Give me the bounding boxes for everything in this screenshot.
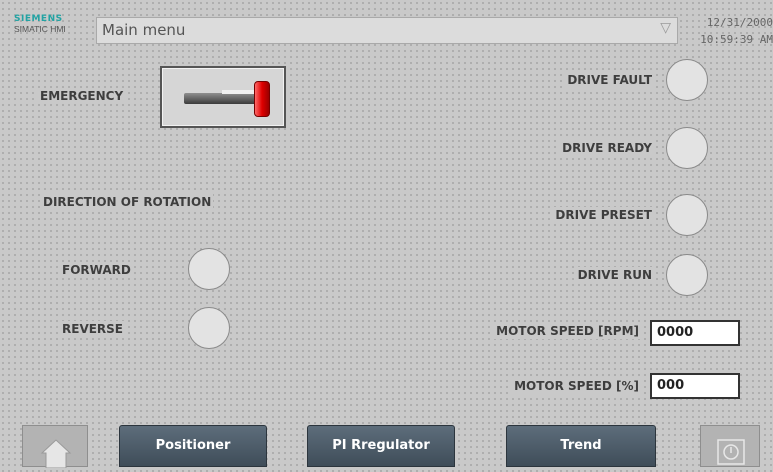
forward-lamp <box>188 248 230 290</box>
motor-speed-rpm-field[interactable]: 0000 <box>650 320 740 346</box>
reverse-lamp <box>188 307 230 349</box>
drive-fault-lamp <box>666 59 708 101</box>
motor-speed-rpm-label: MOTOR SPEED [RPM] <box>494 323 641 339</box>
brand-logo: SIEMENS SIMATIC HMI <box>14 14 94 35</box>
positioner-button[interactable]: Positioner <box>119 425 267 467</box>
drive-ready-label: DRIVE READY <box>560 140 654 156</box>
drive-run-label: DRIVE RUN <box>575 267 654 283</box>
switch-track <box>184 93 256 104</box>
home-button[interactable] <box>22 425 88 469</box>
emergency-label: EMERGENCY <box>38 88 126 104</box>
home-icon <box>40 439 72 469</box>
power-info-icon <box>717 439 745 465</box>
trend-button[interactable]: Trend <box>506 425 656 467</box>
direction-label: DIRECTION OF ROTATION <box>41 194 214 210</box>
drive-fault-label: DRIVE FAULT <box>565 72 654 88</box>
brand-name: SIEMENS <box>14 14 63 24</box>
switch-highlight <box>222 90 258 94</box>
screen-selector[interactable]: Main menu ▽ <box>96 17 678 44</box>
motor-speed-pct-label: MOTOR SPEED [%] <box>512 378 641 394</box>
motor-speed-pct-field[interactable]: 000 <box>650 373 740 399</box>
drive-preset-label: DRIVE PRESET <box>553 207 654 223</box>
switch-knob-icon <box>254 81 270 117</box>
datetime-display: 12/31/2000 10:59:39 AM <box>682 14 773 48</box>
date-text: 12/31/2000 <box>706 16 773 29</box>
drive-ready-lamp <box>666 127 708 169</box>
drive-run-lamp <box>666 254 708 296</box>
product-name: SIMATIC HMI <box>14 24 66 34</box>
time-text: 10:59:39 AM <box>700 33 773 46</box>
info-button[interactable] <box>700 425 760 467</box>
drive-preset-lamp <box>666 194 708 236</box>
emergency-switch[interactable] <box>160 66 286 128</box>
reverse-label: REVERSE <box>60 321 126 337</box>
forward-label: FORWARD <box>60 262 133 278</box>
chevron-down-icon: ▽ <box>660 20 671 36</box>
pi-regulator-button[interactable]: PI Rregulator <box>307 425 455 467</box>
screen-title: Main menu <box>102 21 186 39</box>
